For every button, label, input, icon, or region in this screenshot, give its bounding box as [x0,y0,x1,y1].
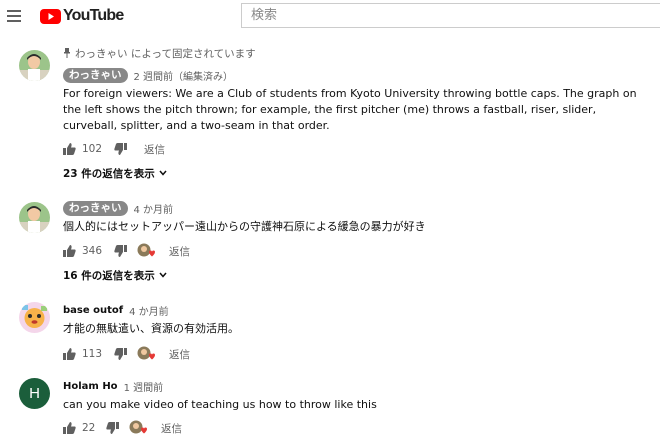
thumbs-down-icon[interactable] [106,422,119,434]
reply-button[interactable]: 返信 [144,142,165,157]
like-count: 113 [82,348,103,360]
pinned-text: わっきゃい によって固定されています [75,47,256,60]
comment-author[interactable]: わっきゃい [63,67,128,83]
comment-text: 才能の無駄遣い、資源の有効活用。 [63,322,239,335]
chevron-down-icon [159,170,167,176]
thumbs-down-icon[interactable] [114,348,127,360]
thumbs-up-icon[interactable] [63,422,76,434]
comment-author[interactable]: base outof [63,305,123,316]
reply-button[interactable]: 返信 [161,421,182,436]
like-count: 22 [82,422,96,434]
comment-time[interactable]: 1 週間前 [124,379,164,394]
reply-button[interactable]: 返信 [169,347,190,362]
view-replies-label: 16 件の返信を表示 [63,269,155,282]
creator-heart-icon [137,346,155,362]
avatar[interactable] [19,202,50,233]
comment-text: can you make video of teaching us how to… [63,398,377,411]
comment-time[interactable]: 4 か月前 [129,303,169,318]
comment-author[interactable]: わっきゃい [63,200,128,216]
comment-text: For foreign viewers: We are a Club of st… [63,87,637,132]
reply-button[interactable]: 返信 [169,244,190,259]
comment-time[interactable]: 4 か月前 [134,201,174,216]
pin-icon [64,48,70,58]
thumbs-up-icon[interactable] [63,348,76,360]
pinned-label: わっきゃい によって固定されています [63,46,652,60]
avatar[interactable] [19,302,50,333]
comment-text: 個人的にはセットアッパー遠山からの守護神石原による緩急の暴力が好き [63,220,426,233]
avatar-letter: H [29,385,40,402]
menu-icon[interactable] [7,10,21,22]
youtube-play-icon [40,8,61,24]
thumbs-up-icon[interactable] [63,143,76,155]
youtube-logo[interactable]: YouTube [40,7,124,25]
comment-author[interactable]: Holam Ho [63,381,118,392]
top-bar: YouTube [0,0,660,40]
youtube-logo-text: YouTube [63,7,124,24]
view-replies-label: 23 件の返信を表示 [63,167,155,180]
avatar[interactable]: H [19,378,50,409]
like-count: 346 [82,245,103,257]
chevron-down-icon [159,272,167,278]
like-count: 102 [82,143,103,155]
thumbs-down-icon[interactable] [114,245,127,257]
creator-heart-icon [137,243,155,259]
thumbs-up-icon[interactable] [63,245,76,257]
comment-time[interactable]: 2 週間前（編集済み） [134,68,234,83]
creator-heart-icon [129,420,147,436]
view-replies-button[interactable]: 16 件の返信を表示 [63,267,652,283]
avatar[interactable] [19,50,50,81]
search-input[interactable] [242,4,660,27]
search-box[interactable] [241,3,660,28]
thumbs-down-icon[interactable] [114,143,127,155]
view-replies-button[interactable]: 23 件の返信を表示 [63,165,652,181]
